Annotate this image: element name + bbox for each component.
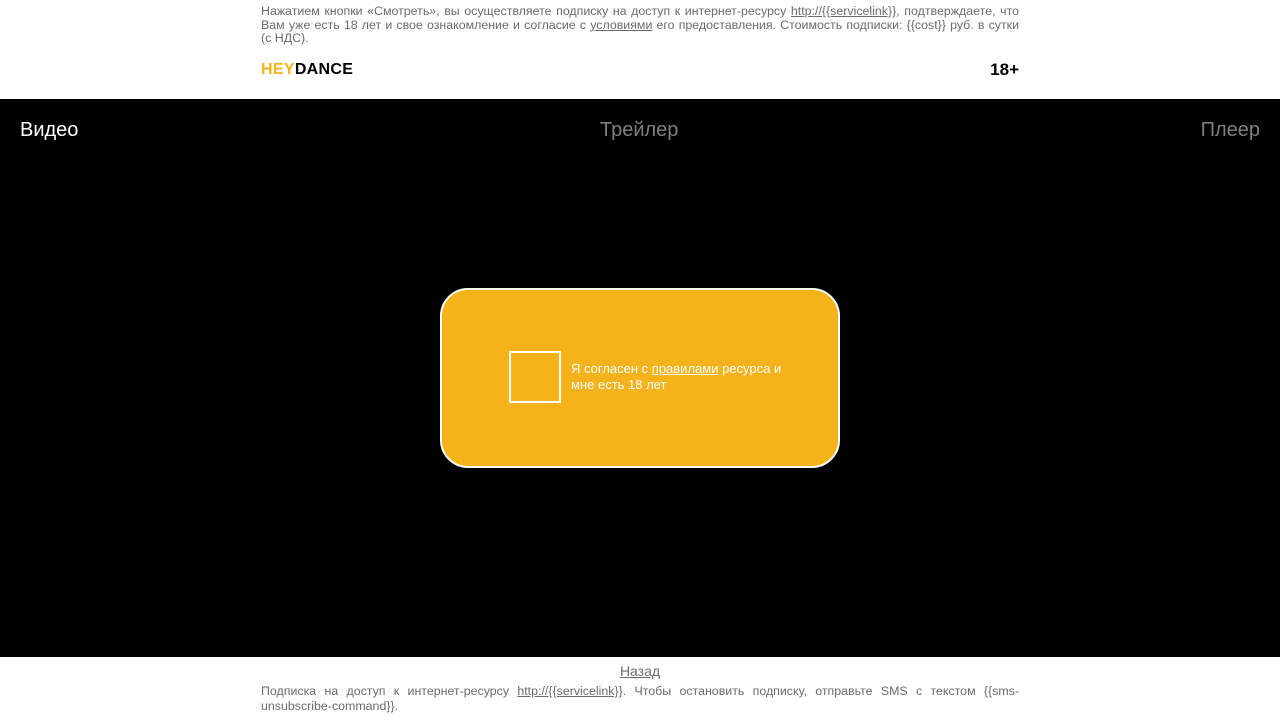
consent-label: Я согласен с правилами ресурса и мне ест… [571, 361, 791, 393]
back-link-container: Назад [0, 663, 1280, 679]
consent-text-before: Я согласен с [571, 361, 652, 376]
footer-service-link[interactable]: http://{{servicelink}} [517, 684, 622, 698]
tab-trailer[interactable]: Трейлер [600, 119, 678, 141]
logo-dance: DANCE [294, 61, 354, 78]
terms-link[interactable]: условиями [590, 18, 652, 32]
logo-hey: HEY [261, 61, 295, 78]
service-link[interactable]: http://{{servicelink}} [791, 4, 896, 18]
video-area: Видео Трейлер Плеер Я согласен с правила… [0, 99, 1280, 657]
tab-player[interactable]: Плеер [1201, 119, 1260, 141]
footer-notice: Подписка на доступ к интернет-ресурсу ht… [261, 684, 1019, 714]
heydance-logo: HEYDANCE [261, 61, 353, 79]
consent-checkbox[interactable] [509, 351, 561, 403]
footer-notice-text-1: Подписка на доступ к интернет-ресурсу [261, 684, 518, 698]
age-rating-badge: 18+ [990, 60, 1019, 79]
rules-link[interactable]: правилами [652, 361, 719, 376]
subscription-notice: Нажатием кнопки «Смотреть», вы осуществл… [261, 4, 1019, 46]
consent-card: Я согласен с правилами ресурса и мне ест… [440, 288, 840, 468]
notice-text-1: Нажатием кнопки «Смотреть», вы осуществл… [261, 4, 791, 18]
tab-video[interactable]: Видео [20, 119, 78, 141]
back-link[interactable]: Назад [620, 663, 660, 679]
